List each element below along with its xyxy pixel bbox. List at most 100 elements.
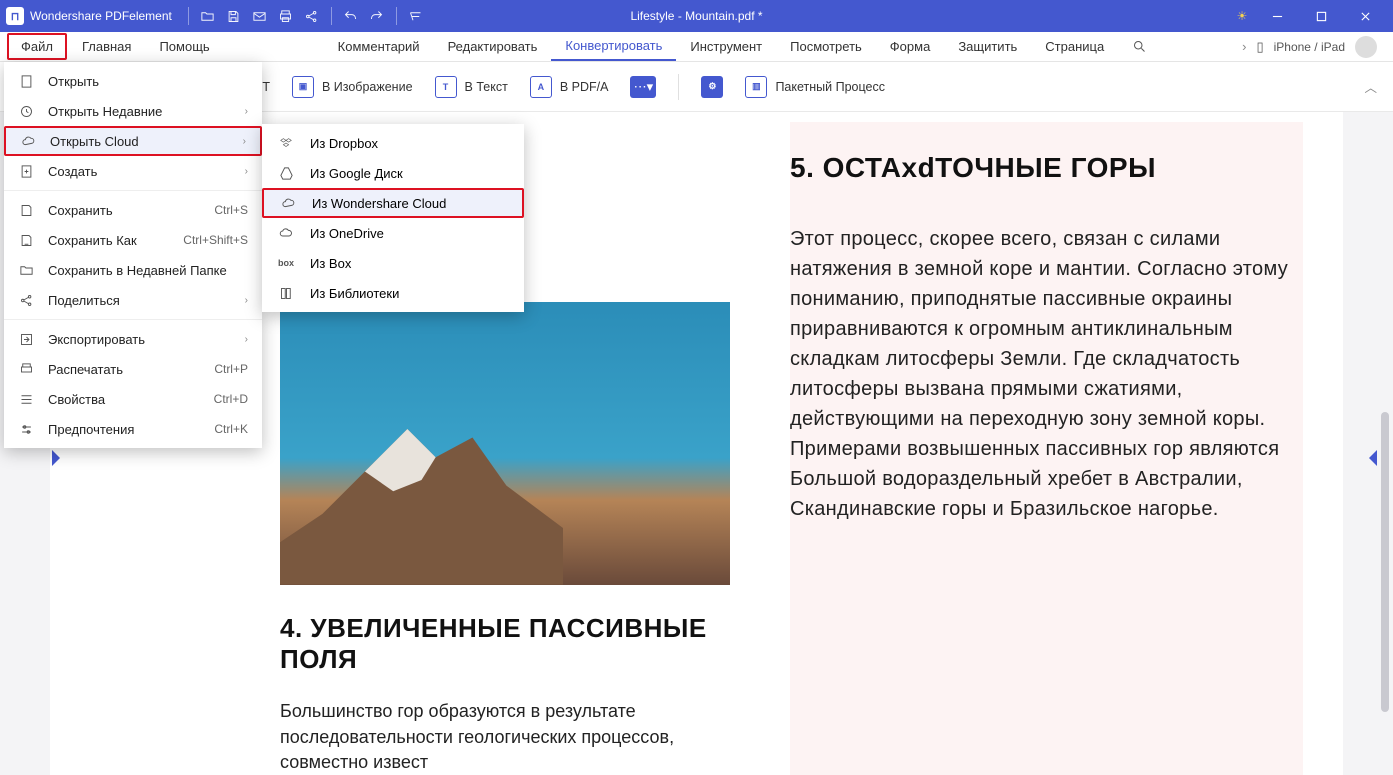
file-menu-dropdown: Открыть Открыть Недавние › Открыть Cloud… [4, 62, 262, 448]
menu-save-recent-folder[interactable]: Сохранить в Недавней Папке [4, 255, 262, 285]
export-icon [18, 331, 34, 347]
menu-share[interactable]: Поделиться › [4, 285, 262, 315]
batch-process-label: Пакетный Процесс [775, 80, 885, 94]
convert-more-button[interactable]: ⋯▾ [630, 76, 656, 98]
print-icon [18, 361, 34, 377]
maximize-button[interactable] [1299, 0, 1343, 32]
collapse-ribbon-icon[interactable]: ︿ [1364, 77, 1377, 96]
chevron-right-icon: › [245, 334, 248, 345]
menu-print[interactable]: Распечатать Ctrl+P [4, 354, 262, 384]
sliders-icon [18, 421, 34, 437]
submenu-library[interactable]: Из Библиотеки [262, 278, 524, 308]
dropbox-icon [278, 135, 294, 151]
search-icon[interactable] [1118, 32, 1161, 61]
chevron-right-icon: › [245, 166, 248, 177]
open-folder-icon[interactable] [195, 3, 221, 29]
undo-icon[interactable] [338, 3, 364, 29]
submenu-onedrive[interactable]: Из OneDrive [262, 218, 524, 248]
separator [188, 7, 189, 25]
menu-open-recent[interactable]: Открыть Недавние › [4, 96, 262, 126]
menu-open-cloud[interactable]: Открыть Cloud › [4, 126, 262, 156]
tab-protect[interactable]: Защитить [944, 32, 1031, 61]
chevron-right-icon: › [243, 136, 246, 147]
cloud-icon [20, 133, 36, 149]
close-button[interactable] [1343, 0, 1387, 32]
menu-help[interactable]: Помощь [145, 32, 223, 61]
wondershare-cloud-icon [280, 195, 296, 211]
menubar: Файл Главная Помощь Комментарий Редактир… [0, 32, 1393, 62]
menu-save-as[interactable]: Сохранить Как Ctrl+Shift+S [4, 225, 262, 255]
separator [331, 7, 332, 25]
tab-edit[interactable]: Редактировать [434, 32, 552, 61]
vertical-scrollbar[interactable] [1381, 412, 1389, 712]
convert-image-button[interactable]: ▣В Изображение [292, 76, 413, 98]
menu-preferences[interactable]: Предпочтения Ctrl+K [4, 414, 262, 444]
convert-text-label: В Текст [465, 80, 508, 94]
menu-open[interactable]: Открыть [4, 66, 262, 96]
save-icon [18, 202, 34, 218]
tab-page[interactable]: Страница [1031, 32, 1118, 61]
menu-home[interactable]: Главная [68, 32, 145, 61]
device-arrow-icon: › [1242, 39, 1246, 54]
properties-icon [18, 391, 34, 407]
avatar[interactable] [1355, 36, 1377, 58]
device-label[interactable]: iPhone / iPad [1274, 40, 1345, 54]
tab-form[interactable]: Форма [876, 32, 945, 61]
settings-gear-button[interactable]: ⚙ [701, 76, 723, 98]
convert-pdfa-button[interactable]: AВ PDF/A [530, 76, 609, 98]
minimize-button[interactable] [1255, 0, 1299, 32]
menu-export[interactable]: Экспортировать › [4, 324, 262, 354]
menu-save[interactable]: Сохранить Ctrl+S [4, 195, 262, 225]
folder-clock-icon [18, 262, 34, 278]
submenu-box[interactable]: box Из Box [262, 248, 524, 278]
app-name: Wondershare PDFelement [30, 9, 172, 23]
chevron-right-icon: › [245, 295, 248, 306]
tab-convert[interactable]: Конвертировать [551, 32, 676, 61]
redo-icon[interactable] [364, 3, 390, 29]
onedrive-icon [278, 225, 294, 241]
menu-create[interactable]: Создать › [4, 156, 262, 186]
save-as-icon [18, 232, 34, 248]
convert-image-label: В Изображение [322, 80, 413, 94]
document-title: Lifestyle - Mountain.pdf * [630, 9, 762, 23]
app-logo: ⊓ [6, 7, 24, 25]
separator [678, 74, 679, 100]
mail-icon[interactable] [247, 3, 273, 29]
batch-process-button[interactable]: ▥Пакетный Процесс [745, 76, 885, 98]
title-bar: ⊓ Wondershare PDFelement Lifestyle - Mou… [0, 0, 1393, 32]
separator [396, 7, 397, 25]
body-text-right: Этот процесс, скорее всего, связан с сил… [790, 224, 1303, 524]
theme-icon[interactable]: ☀ [1229, 3, 1255, 29]
tab-comment[interactable]: Комментарий [324, 32, 434, 61]
convert-pdfa-label: В PDF/A [560, 80, 609, 94]
clock-icon [18, 103, 34, 119]
body-text-left: Большинство гор образуются в результате … [280, 699, 730, 775]
cloud-submenu: Из Dropbox Из Google Диск Из Wondershare… [262, 124, 524, 312]
next-page-handle[interactable] [1369, 450, 1377, 466]
library-icon [278, 285, 294, 301]
menu-file[interactable]: Файл [7, 33, 67, 60]
google-drive-icon [278, 165, 294, 181]
mountain-image [280, 302, 730, 585]
menu-properties[interactable]: Свойства Ctrl+D [4, 384, 262, 414]
menu-separator [4, 319, 262, 320]
plus-file-icon [18, 163, 34, 179]
heading-5: 5. ОСТАxdТОЧНЫЕ ГОРЫ [790, 152, 1303, 184]
heading-4: 4. УВЕЛИЧЕННЫЕ ПАССИВНЫЕ ПОЛЯ [280, 613, 730, 675]
file-icon [18, 73, 34, 89]
share-icon [18, 292, 34, 308]
submenu-google-drive[interactable]: Из Google Диск [262, 158, 524, 188]
save-icon[interactable] [221, 3, 247, 29]
submenu-dropbox[interactable]: Из Dropbox [262, 128, 524, 158]
share-icon[interactable] [299, 3, 325, 29]
dropdown-icon[interactable] [403, 3, 429, 29]
box-icon: box [278, 255, 294, 271]
device-icon[interactable]: ▯ [1256, 39, 1263, 55]
convert-text-button[interactable]: TВ Текст [435, 76, 508, 98]
menu-separator [4, 190, 262, 191]
tab-view[interactable]: Посмотреть [776, 32, 876, 61]
submenu-wondershare-cloud[interactable]: Из Wondershare Cloud [262, 188, 524, 218]
chevron-right-icon: › [245, 106, 248, 117]
print-icon[interactable] [273, 3, 299, 29]
tab-tool[interactable]: Инструмент [676, 32, 776, 61]
